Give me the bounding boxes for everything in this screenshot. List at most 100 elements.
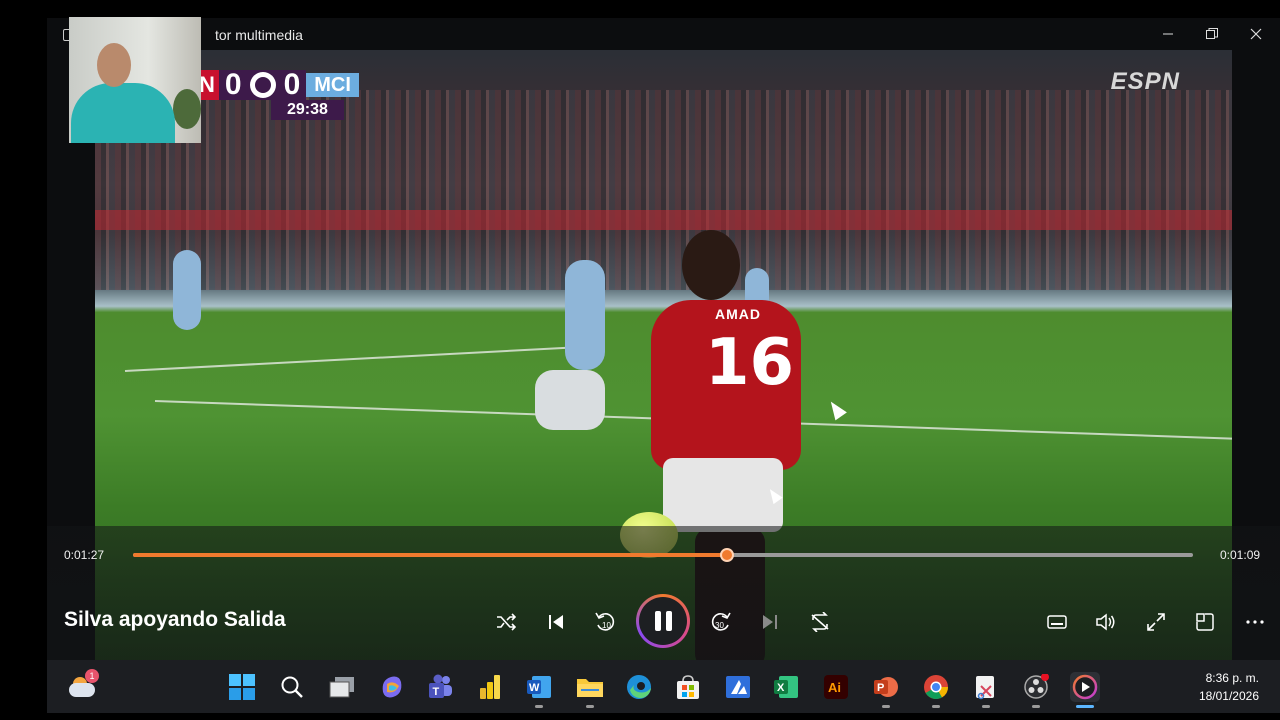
obs-button[interactable] [1021,672,1051,708]
remaining-time: 0:01:09 [1220,548,1261,562]
edge-icon [627,675,651,699]
stadium-advertising-board [95,210,1232,230]
mouse-cursor [825,397,847,421]
clock-date: 18/01/2026 [1198,689,1259,703]
word-button[interactable]: W [524,672,554,708]
close-button[interactable] [1234,18,1278,50]
playback-controls: 0:01:27 0:01:09 Silva apoyando Salida 10 [47,526,1280,660]
pause-button[interactable] [636,594,690,648]
minimize-button[interactable] [1146,18,1190,50]
search-button[interactable] [277,672,307,702]
illustrator-icon: Ai [824,675,848,699]
rewind-button[interactable]: 10 [587,604,623,640]
running-indicator [1032,705,1040,708]
previous-button[interactable] [538,604,574,640]
player-shorts [663,458,783,532]
desktop-screen: AMAD 16 N 0 0 MCI 29:38 ESPN tor multime… [0,0,1280,720]
close-icon [1250,28,1262,40]
excel-icon: X [774,676,798,698]
power-bi-button[interactable] [475,672,505,702]
shuffle-button[interactable] [488,604,524,640]
forward-button[interactable]: 30 [703,604,739,640]
illustrator-button[interactable]: Ai [821,672,851,702]
webcam-overlay [69,17,201,143]
chrome-icon [924,675,948,700]
svg-text:T: T [433,686,440,698]
snipping-tool-button[interactable] [971,672,1001,708]
running-indicator [586,705,594,708]
excel-button[interactable]: X [771,672,801,702]
opponent-player-shorts [535,370,605,430]
power-bi-icon [480,675,500,699]
premier-league-logo [249,72,276,98]
next-icon [763,615,777,629]
media-player-icon [1072,674,1098,700]
task-view-button[interactable] [327,672,357,702]
video-title: Silva apoyando Salida [64,608,286,631]
window-title: tor multimedia [215,27,303,43]
powerpoint-icon: P [874,677,898,697]
running-indicator [932,705,940,708]
shuffle-icon [497,613,516,631]
volume-icon [1096,613,1115,631]
system-clock[interactable]: 8:36 p. m. 18/01/2026 [1199,669,1259,705]
person-body [71,83,175,143]
repeat-button[interactable] [802,604,838,640]
teams-button[interactable]: T [425,672,455,702]
more-options-button[interactable] [1237,604,1273,640]
powerpoint-button[interactable]: P [871,672,901,708]
file-explorer-button[interactable] [575,672,605,708]
azure-button[interactable] [723,672,753,702]
scoreboard: N 0 0 MCI [195,70,359,100]
svg-text:X: X [777,682,785,694]
word-icon: W [527,676,551,698]
espn-logo: ESPN [1110,68,1180,95]
player-head [682,230,740,300]
seek-bar-thumb[interactable] [719,548,734,562]
store-button[interactable] [673,672,703,702]
clock-time: 8:36 p. m. [1205,671,1259,685]
pause-icon [639,597,687,645]
store-icon [677,675,699,699]
svg-text:P: P [877,682,884,694]
obs-icon [1024,674,1049,699]
weather-widget[interactable]: 1 [67,669,99,703]
title-bar[interactable]: tor multimedia [47,18,1280,50]
search-icon [281,676,303,698]
restore-icon [1206,28,1218,39]
match-clock: 29:38 [271,100,344,120]
rewind-icon: 10 [595,612,615,631]
repeat-icon [811,612,829,632]
edge-button[interactable] [624,672,654,702]
windows-start-icon [229,674,255,700]
svg-text:W: W [529,682,540,694]
teams-icon: T [429,674,452,698]
forward-icon: 30 [711,612,731,631]
miniplayer-button[interactable] [1187,604,1223,640]
stadium-crowd [95,90,1232,290]
cloud-icon [69,683,95,697]
running-indicator [882,705,890,708]
chrome-button[interactable] [921,672,951,708]
azure-icon [726,676,750,698]
previous-icon [549,615,563,629]
media-player-window: AMAD 16 N 0 0 MCI 29:38 ESPN tor multime… [47,18,1280,660]
fullscreen-button[interactable] [1138,604,1174,640]
restore-button[interactable] [1190,18,1234,50]
jersey-number: 16 [705,326,795,400]
copilot-button[interactable] [377,672,407,702]
taskbar: 1 T W X Ai P 8:36 p. m. 18/01/2026 [47,660,1280,713]
seek-bar[interactable] [133,548,1193,562]
next-button[interactable] [752,604,788,640]
volume-button[interactable] [1088,604,1124,640]
miniplayer-icon [1196,613,1214,631]
illustrator-label: Ai [828,680,841,695]
score: 0 0 [218,70,307,100]
subtitles-icon [1047,615,1067,629]
start-button[interactable] [227,672,257,702]
subtitles-button[interactable] [1039,604,1075,640]
active-indicator [1076,705,1094,708]
media-player-button[interactable] [1070,672,1100,708]
elapsed-time: 0:01:27 [64,548,105,562]
task-view-icon [329,677,354,698]
